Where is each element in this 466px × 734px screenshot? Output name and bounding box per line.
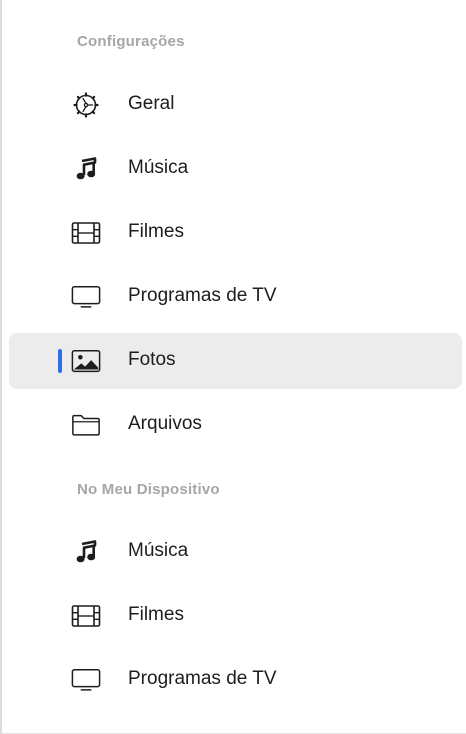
sidebar-item-label: Programas de TV	[128, 285, 277, 306]
sidebar-item-musica-dispositivo[interactable]: Música	[9, 524, 462, 580]
sidebar-item-label: Filmes	[128, 221, 184, 242]
film-icon	[71, 602, 101, 630]
sidebar: Configurações Geral Música Filmes Progra…	[0, 0, 466, 734]
tv-icon	[71, 666, 101, 694]
tv-icon	[71, 283, 101, 311]
sidebar-item-programas-de-tv-dispositivo[interactable]: Programas de TV	[9, 652, 462, 708]
section-header-configuracoes: Configurações	[77, 33, 185, 50]
sidebar-item-programas-de-tv[interactable]: Programas de TV	[9, 269, 462, 325]
music-note-icon	[71, 538, 101, 566]
sidebar-item-label: Música	[128, 540, 189, 561]
film-icon	[71, 219, 101, 247]
sidebar-item-label: Música	[128, 157, 189, 178]
sidebar-item-musica[interactable]: Música	[9, 141, 462, 197]
folder-icon	[71, 411, 101, 439]
sidebar-item-geral[interactable]: Geral	[9, 77, 462, 133]
sidebar-item-label: Programas de TV	[128, 668, 277, 689]
sidebar-item-fotos[interactable]: Fotos	[9, 333, 462, 389]
sidebar-item-label: Filmes	[128, 604, 184, 625]
photo-icon	[71, 347, 101, 375]
sidebar-item-label: Fotos	[128, 349, 176, 370]
sidebar-item-filmes[interactable]: Filmes	[9, 205, 462, 261]
music-note-icon	[71, 155, 101, 183]
gear-icon	[71, 91, 101, 119]
selection-indicator	[58, 349, 62, 373]
section-header-no-meu-dispositivo: No Meu Dispositivo	[77, 481, 220, 498]
sidebar-item-label: Geral	[128, 93, 175, 114]
sidebar-item-label: Arquivos	[128, 413, 202, 434]
sidebar-item-filmes-dispositivo[interactable]: Filmes	[9, 588, 462, 644]
sidebar-item-arquivos[interactable]: Arquivos	[9, 397, 462, 453]
